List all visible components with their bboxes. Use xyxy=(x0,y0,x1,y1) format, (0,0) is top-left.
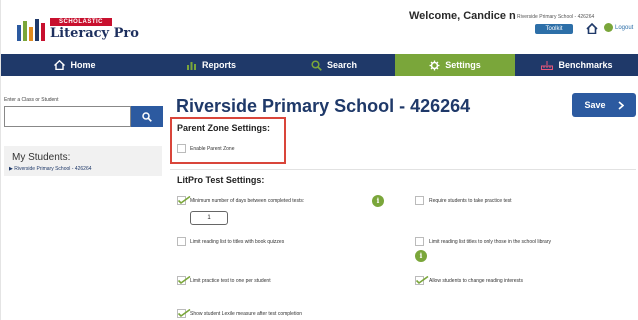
nav-search[interactable]: Search xyxy=(273,54,395,76)
class-student-search-label: Enter a Class or Student xyxy=(4,97,59,103)
class-student-search-input[interactable] xyxy=(4,106,131,127)
limit-practice-label: Limit practice test to one per student xyxy=(190,278,271,284)
gear-icon xyxy=(429,60,440,70)
logout-button[interactable]: Logout xyxy=(604,23,633,32)
ruler-icon xyxy=(541,61,554,70)
page-title: Riverside Primary School - 426264 xyxy=(176,96,471,116)
header: SCHOLASTIC Literacy Pro Welcome, Candice… xyxy=(1,0,638,52)
nav-reports-label: Reports xyxy=(201,60,236,70)
toolkit-button[interactable]: Toolkit xyxy=(535,24,573,34)
nav-benchmarks[interactable]: Benchmarks xyxy=(515,54,638,76)
search-icon xyxy=(142,111,152,122)
allow-interests-label: Allow students to change reading interes… xyxy=(429,278,523,284)
search-icon xyxy=(311,59,322,71)
nav-search-label: Search xyxy=(326,60,358,70)
save-button-label: Save xyxy=(584,100,606,110)
triangle-right-icon: ▶ xyxy=(9,166,13,172)
bar-chart-icon xyxy=(186,62,196,70)
home-icon xyxy=(54,60,66,70)
books-logo-icon xyxy=(17,19,45,41)
min-days-checkbox[interactable] xyxy=(177,196,191,205)
app-logo[interactable]: SCHOLASTIC Literacy Pro xyxy=(17,18,139,41)
nav-benchmarks-label: Benchmarks xyxy=(558,60,613,70)
test-settings-title: LitPro Test Settings: xyxy=(177,175,265,185)
limit-library-label: Limit reading list titles to only those … xyxy=(429,239,552,245)
header-school-name: Riverside Primary School - 426264 xyxy=(517,14,595,20)
save-button[interactable]: Save xyxy=(572,93,636,117)
limit-practice-checkbox[interactable] xyxy=(177,276,191,285)
min-days-label: Minimum number of days between completed… xyxy=(190,198,305,204)
min-days-stepper[interactable]: 1 xyxy=(190,211,228,225)
brand-label: SCHOLASTIC xyxy=(50,18,112,26)
search-button[interactable] xyxy=(131,106,163,127)
show-lexile-label: Show student Lexile measure after test c… xyxy=(190,311,303,317)
divider xyxy=(170,169,636,170)
logout-icon xyxy=(604,23,613,32)
nav-home[interactable]: Home xyxy=(1,54,149,76)
practice-test-label: Require students to take practice test xyxy=(429,198,512,204)
my-students-school-label: Riverside Primary School - 426264 xyxy=(14,166,92,172)
page: SCHOLASTIC Literacy Pro Welcome, Candice… xyxy=(0,0,638,320)
limit-quizzes-checkbox[interactable] xyxy=(177,237,191,246)
my-students-title: My Students: xyxy=(12,152,71,163)
nav-settings[interactable]: Settings xyxy=(395,54,515,76)
chevron-right-icon xyxy=(617,100,624,110)
welcome-text: Welcome, Candice n xyxy=(409,10,516,22)
my-students-panel: My Students: ▶ Riverside Primary School … xyxy=(4,146,162,176)
nav-home-label: Home xyxy=(70,60,96,70)
nav-reports[interactable]: Reports xyxy=(149,54,273,76)
allow-interests-checkbox[interactable] xyxy=(415,276,429,285)
enable-parent-zone-label: Enable Parent Zone xyxy=(190,146,235,152)
limit-library-checkbox[interactable] xyxy=(415,237,429,246)
parent-zone-title: Parent Zone Settings: xyxy=(177,123,271,133)
info-icon[interactable]: i xyxy=(372,195,384,207)
main-nav: Home Reports Search Settings Benchmarks xyxy=(1,54,638,76)
limit-quizzes-label: Limit reading list to titles with book q… xyxy=(190,239,285,245)
app-name: Literacy Pro xyxy=(50,26,139,41)
enable-parent-zone-checkbox[interactable] xyxy=(177,144,191,153)
show-lexile-checkbox[interactable] xyxy=(177,309,191,318)
home-icon[interactable] xyxy=(586,23,598,34)
info-icon[interactable]: i xyxy=(415,250,427,262)
nav-settings-label: Settings xyxy=(445,60,481,70)
my-students-school-link[interactable]: ▶ Riverside Primary School - 426264 xyxy=(9,166,92,172)
practice-test-checkbox[interactable] xyxy=(415,196,429,205)
logout-label: Logout xyxy=(615,24,634,31)
